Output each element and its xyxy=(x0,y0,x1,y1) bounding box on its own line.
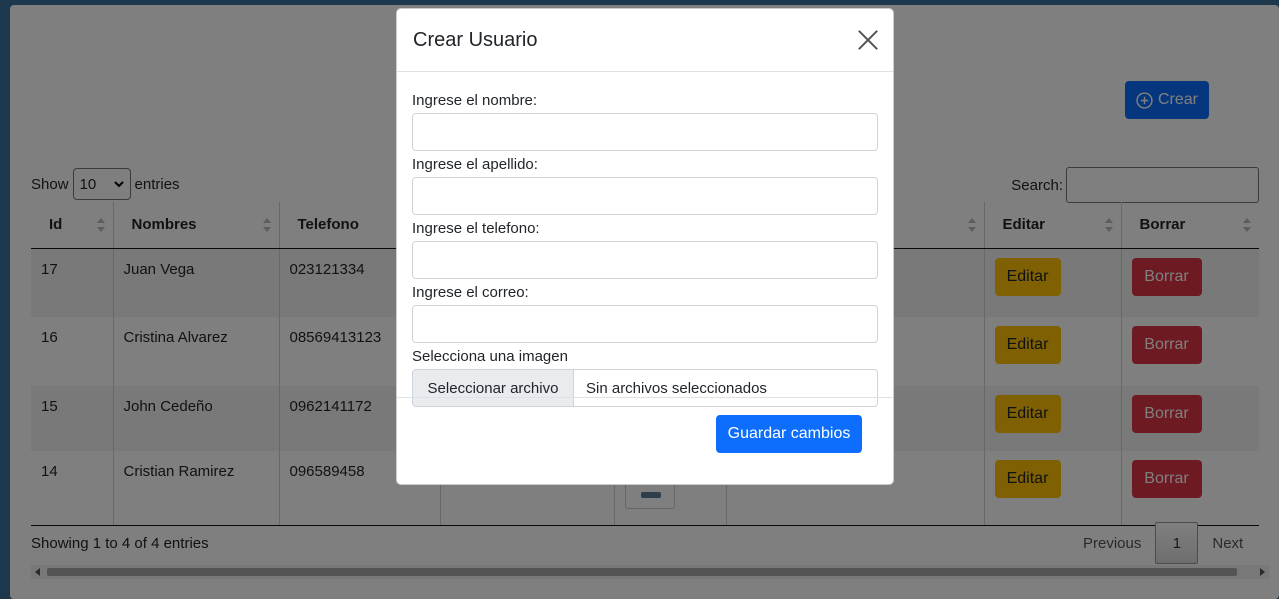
modal-header: Crear Usuario xyxy=(397,9,893,72)
nombre-input[interactable] xyxy=(412,113,878,151)
apellido-input[interactable] xyxy=(412,177,878,215)
crear-usuario-modal: Crear Usuario Ingrese el nombre: Ingrese… xyxy=(396,8,894,485)
image-label: Selecciona una imagen xyxy=(412,348,568,365)
modal-body: Ingrese el nombre: Ingrese el apellido: … xyxy=(397,72,893,407)
nombre-label: Ingrese el nombre: xyxy=(412,92,538,109)
file-status-text: Sin archivos seleccionados xyxy=(586,379,767,397)
modal-title: Crear Usuario xyxy=(413,28,538,51)
modal-footer: Guardar cambios xyxy=(397,397,893,453)
choose-file-button[interactable]: Seleccionar archivo xyxy=(413,370,574,406)
correo-label: Ingrese el correo: xyxy=(412,284,529,301)
close-icon[interactable] xyxy=(857,29,879,51)
telefono-label: Ingrese el telefono: xyxy=(412,220,540,237)
save-changes-button[interactable]: Guardar cambios xyxy=(716,415,862,453)
correo-input[interactable] xyxy=(412,305,878,343)
image-file-input[interactable]: Seleccionar archivo Sin archivos selecci… xyxy=(412,369,878,407)
apellido-label: Ingrese el apellido: xyxy=(412,156,538,173)
telefono-input[interactable] xyxy=(412,241,878,279)
